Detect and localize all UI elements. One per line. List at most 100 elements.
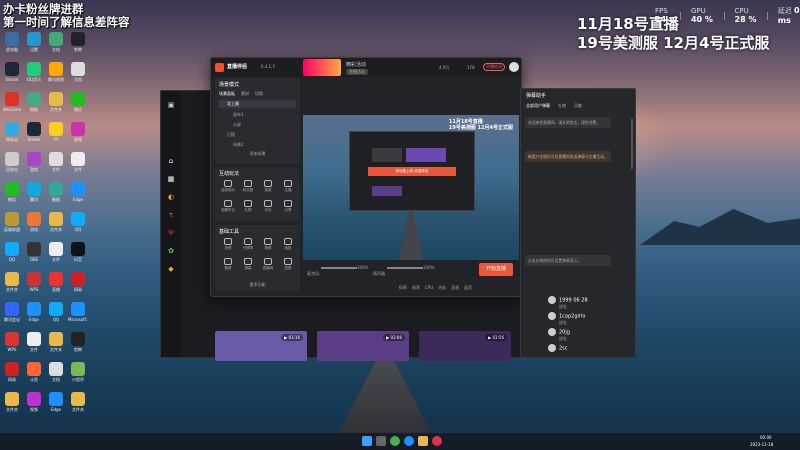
video-card[interactable]: ▶ 03:16 — [215, 331, 307, 361]
feature-button[interactable]: 粉丝团 — [239, 180, 257, 193]
desktop-icon[interactable]: QQ — [46, 302, 66, 322]
desktop-icon[interactable]: 视频 — [68, 122, 88, 142]
feature-button[interactable]: 直播间 — [259, 258, 277, 271]
leaf-icon[interactable]: ✿ — [167, 247, 175, 255]
tab-all[interactable]: 全部用户弹幕 — [526, 103, 550, 109]
desktop-icon[interactable]: 视频 — [24, 392, 44, 412]
start-icon[interactable] — [362, 436, 372, 446]
video-card[interactable]: ▶ 03:56 — [419, 331, 511, 361]
feature-button[interactable]: 弹幕 — [239, 258, 257, 271]
feature-button[interactable]: 分辨率 — [239, 238, 257, 251]
avatar[interactable] — [509, 62, 519, 72]
video-card[interactable]: ▶ 03:06 — [317, 331, 409, 361]
mic-slider[interactable] — [321, 267, 357, 269]
desktop-icon[interactable]: QQ音乐 — [24, 62, 44, 82]
desktop-icon[interactable]: 文件夹 — [46, 332, 66, 352]
feature-button[interactable]: 画板 — [279, 238, 297, 251]
tab-scene[interactable]: 场景面板 — [219, 91, 235, 97]
desktop-icon[interactable]: 文件 — [46, 152, 66, 172]
desktop-icon[interactable]: 腾讯会议 — [2, 302, 22, 322]
desktop-icon[interactable]: 微信 — [68, 92, 88, 112]
desktop-icon[interactable]: 文件 — [24, 332, 44, 352]
start-live-button[interactable]: 开始直播 — [479, 263, 513, 276]
tab-gift[interactable]: 礼物 — [558, 103, 566, 109]
check-button[interactable]: 开播检测 — [483, 63, 505, 71]
desktop-icon[interactable]: Microsoft Edge — [68, 302, 88, 322]
more-button[interactable]: 更多功能 — [215, 282, 300, 288]
scroll-bar[interactable] — [631, 119, 633, 169]
tab-material[interactable]: 素材 — [241, 91, 249, 97]
desktop-icon[interactable]: OBS — [24, 242, 44, 262]
scene-item[interactable]: 日照 — [219, 131, 296, 139]
feature-button[interactable]: 抽奖 — [259, 180, 277, 193]
desktop-icon[interactable]: 网易 — [68, 272, 88, 292]
desktop-icon[interactable]: 游戏 — [24, 152, 44, 172]
feature-button[interactable]: 美颜 — [259, 238, 277, 251]
desktop-icon[interactable]: Steam — [2, 62, 22, 82]
desktop-icon[interactable]: 文件 — [46, 242, 66, 262]
desktop-icon[interactable]: 腾讯视频 — [46, 62, 66, 82]
desktop-icon[interactable]: 回收站 — [2, 152, 22, 172]
app-icon[interactable] — [432, 436, 442, 446]
speaker-slider[interactable] — [387, 267, 423, 269]
app-icon[interactable]: Ψ — [167, 229, 175, 237]
feature-button[interactable]: 分享 — [279, 200, 297, 213]
tab-switch[interactable]: 切换 — [255, 91, 263, 97]
desktop-icon[interactable]: WPS — [24, 272, 44, 292]
scene-item[interactable]: 公屏 — [219, 121, 296, 129]
desktop-icon[interactable]: 迅雷 — [24, 32, 44, 52]
desktop-icon[interactable]: 网易云 — [2, 122, 22, 142]
desktop-icon[interactable]: 英雄联盟 — [2, 212, 22, 232]
edge-icon[interactable] — [404, 436, 414, 446]
desktop-icon[interactable]: 网络 — [24, 92, 44, 112]
feature-button[interactable]: 连线观众 — [219, 180, 237, 193]
feature-button[interactable]: 评论 — [259, 200, 277, 213]
feature-button[interactable]: 拍照 — [219, 238, 237, 251]
desktop-icon[interactable]: YY — [46, 122, 66, 142]
tab-icon[interactable]: ◐ — [167, 193, 175, 201]
feature-button[interactable]: 投屏 — [279, 258, 297, 271]
desktop-icon[interactable]: 文件 — [68, 152, 88, 172]
desktop-icon[interactable]: 小程序 — [68, 362, 88, 382]
scene-item[interactable]: 画布1 — [219, 111, 296, 119]
add-scene-button[interactable]: 添加场景 — [215, 151, 300, 157]
desktop-icon[interactable]: 文件夹 — [46, 92, 66, 112]
desktop-icon[interactable]: 文件夹 — [2, 272, 22, 292]
feature-button[interactable]: 礼物 — [239, 200, 257, 213]
desktop-icon[interactable]: 腾讯 — [24, 182, 44, 202]
desktop-icon[interactable]: WeGame — [2, 92, 22, 112]
desktop-icon[interactable]: 文件夹 — [68, 392, 88, 412]
chrome-icon[interactable] — [390, 436, 400, 446]
desktop-icon[interactable]: 文档 — [46, 362, 66, 382]
game-icon[interactable]: τ — [167, 211, 175, 219]
desktop-icon[interactable]: 微信 — [2, 182, 22, 202]
desktop-icon[interactable]: 抖音 — [68, 242, 88, 262]
desktop-icon[interactable]: 斗鱼 — [24, 362, 44, 382]
feature-button[interactable]: 观看时长 — [219, 200, 237, 213]
ad-banner[interactable] — [303, 59, 341, 76]
desktop-icon[interactable]: QQ — [2, 242, 22, 262]
feature-button[interactable]: 截屏 — [219, 258, 237, 271]
search-icon[interactable] — [376, 436, 386, 446]
home-icon[interactable]: ⌂ — [167, 157, 175, 165]
desktop-icon[interactable]: 截图 — [46, 182, 66, 202]
desktop-icon[interactable]: 剪映 — [68, 332, 88, 352]
desktop-icon[interactable]: Edge — [68, 182, 88, 202]
desktop-icon[interactable]: 直播 — [46, 272, 66, 292]
desktop-icon[interactable]: 此电脑 — [2, 32, 22, 52]
desktop-icon[interactable]: 游戏 — [24, 212, 44, 232]
desktop-icon[interactable]: WPS — [2, 332, 22, 352]
desktop-icon[interactable]: Steam — [24, 122, 44, 142]
scene-item[interactable]: 北上路 — [219, 100, 296, 108]
scene-item[interactable]: 场景2 — [219, 141, 296, 149]
feature-button[interactable]: 主播 — [279, 180, 297, 193]
grid-icon[interactable]: ▦ — [167, 175, 175, 183]
desktop-icon[interactable]: 文档 — [46, 32, 66, 52]
desktop-icon[interactable]: 文件夹 — [46, 212, 66, 232]
desktop-icon[interactable]: 剪映 — [68, 32, 88, 52]
desktop-icon[interactable]: 网易 — [2, 362, 22, 382]
shield-icon[interactable]: ◆ — [167, 265, 175, 273]
desktop-icon[interactable]: Edge — [46, 392, 66, 412]
streaming-app-window[interactable]: 直播伴侣 6.4.1.5 精彩活动 直播活动 4.9万 178 开播检测 场景模… — [210, 57, 522, 297]
tab-contrib[interactable]: 贡献 — [574, 103, 582, 109]
